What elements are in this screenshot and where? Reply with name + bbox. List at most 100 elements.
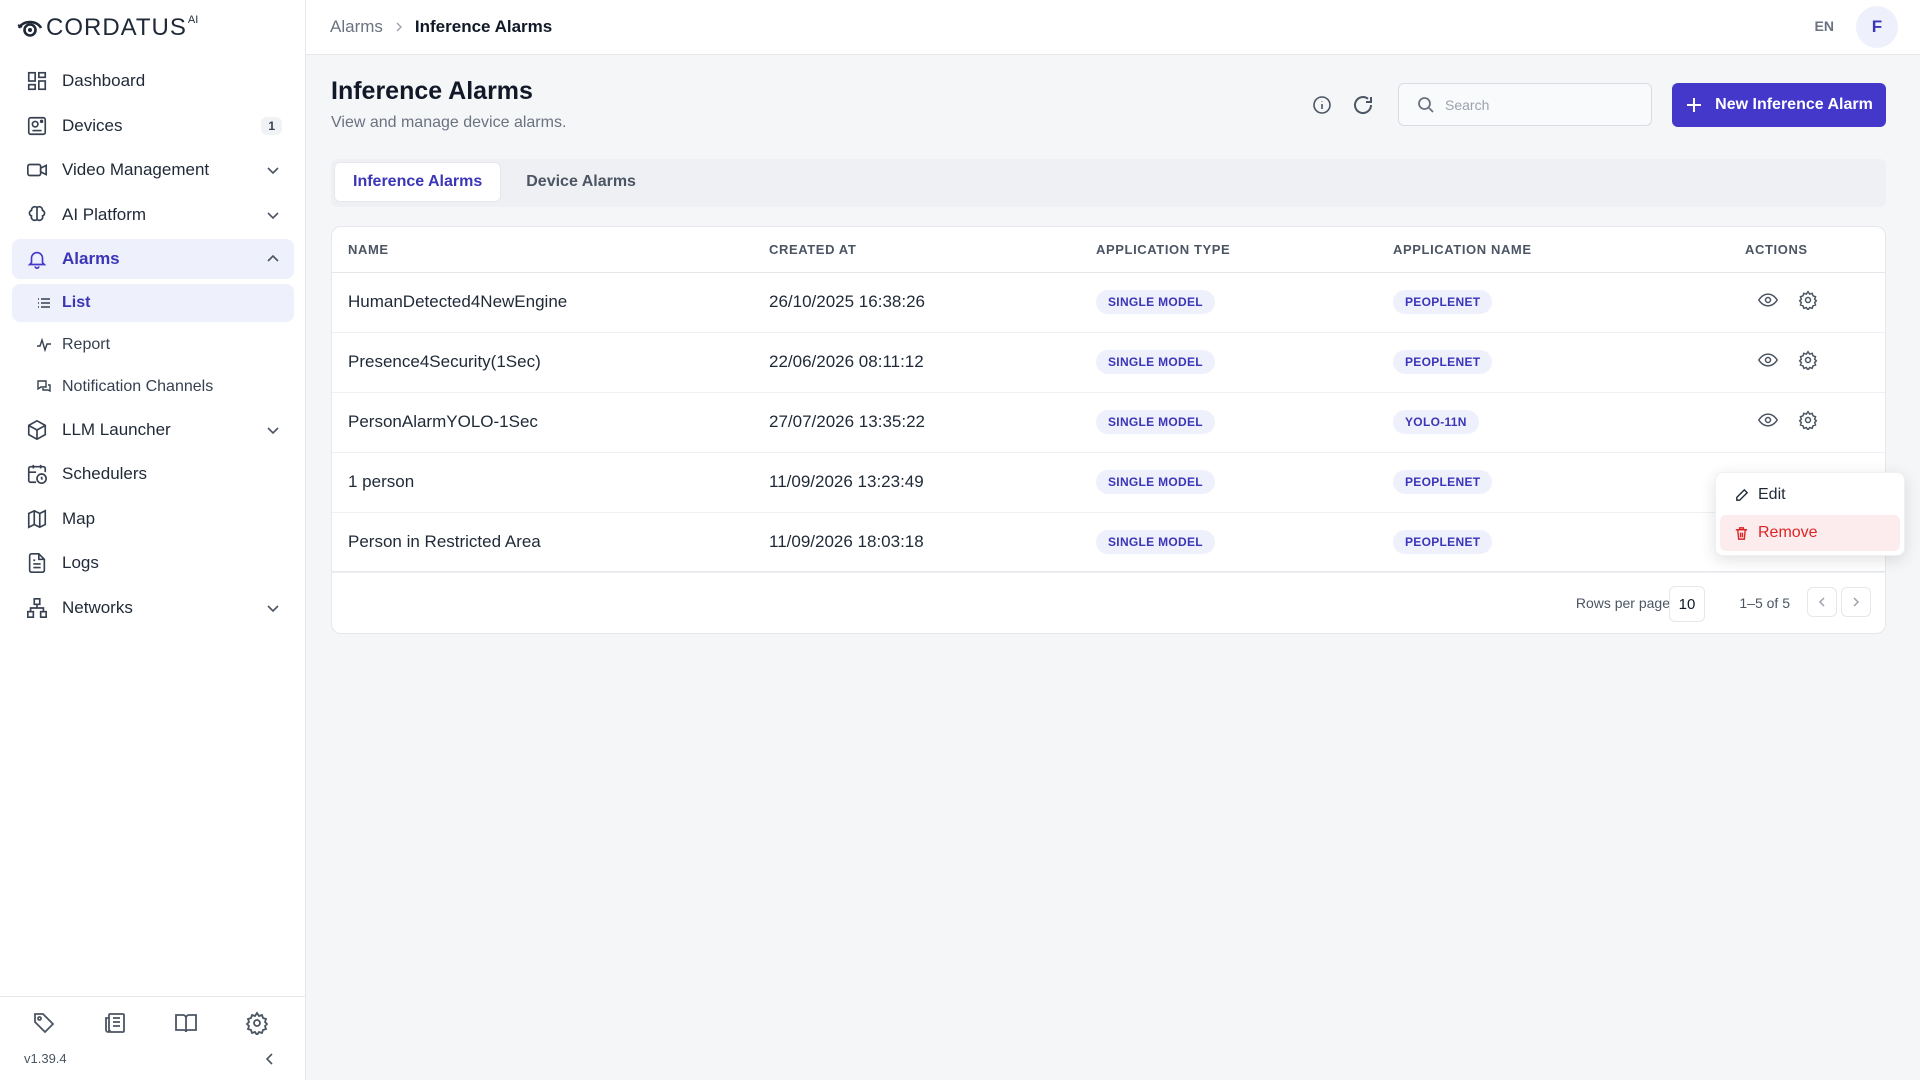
list-icon (36, 295, 52, 311)
device-icon (24, 113, 50, 139)
sidebar-subitem-label: Report (62, 335, 111, 353)
breadcrumb-alarms[interactable]: Alarms (330, 17, 383, 37)
sidebar-item-label: Map (62, 508, 96, 528)
application-type-badge: SINGLE MODEL (1096, 470, 1215, 494)
search-input[interactable] (1445, 96, 1635, 113)
sidebar-item-video-management[interactable]: Video Management (12, 150, 294, 190)
sidebar-subitem-report[interactable]: Report (12, 326, 294, 364)
package-icon (24, 417, 50, 443)
sidebar-item-llm-launcher[interactable]: LLM Launcher (12, 410, 294, 450)
sidebar-item-schedulers[interactable]: Schedulers (12, 454, 294, 494)
new-inference-alarm-label: New Inference Alarm (1715, 96, 1873, 113)
sidebar-subitem-label: Notification Channels (62, 377, 214, 395)
column-header-application-name[interactable]: APPLICATION NAME (1393, 227, 1745, 273)
column-header-actions: ACTIONS (1745, 227, 1885, 273)
application-name-badge: PEOPLENET (1393, 350, 1493, 374)
next-page-button[interactable] (1841, 587, 1871, 617)
chevron-right-icon (1853, 597, 1860, 607)
tab-device-alarms[interactable]: Device Alarms (508, 162, 654, 202)
edit-label: Edit (1758, 486, 1786, 503)
user-avatar[interactable]: F (1856, 6, 1898, 48)
search-field[interactable] (1398, 83, 1652, 126)
alarm-tabs: Inference Alarms Device Alarms (331, 159, 1886, 207)
settings-gear-icon[interactable] (243, 1009, 271, 1037)
rows-per-page-select[interactable]: 10 (1669, 586, 1705, 622)
sidebar-item-logs[interactable]: Logs (12, 543, 294, 583)
activity-icon (36, 337, 52, 353)
cell-name: Person in Restricted Area (332, 512, 769, 573)
table-row[interactable]: Person in Restricted Area 11/09/2026 18:… (332, 512, 1885, 573)
chevron-down-icon (267, 167, 279, 175)
column-header-name[interactable]: NAME (332, 227, 769, 273)
sidebar-item-devices[interactable]: Devices 1 (12, 106, 294, 146)
column-header-application-type[interactable]: APPLICATION TYPE (1096, 227, 1393, 273)
trash-icon (1735, 526, 1748, 540)
cell-name: Presence4Security(1Sec) (332, 332, 769, 393)
book-icon[interactable] (172, 1009, 200, 1037)
refresh-icon[interactable] (1351, 93, 1375, 117)
sidebar-item-label: Schedulers (62, 464, 148, 483)
application-type-badge: SINGLE MODEL (1096, 530, 1215, 554)
view-eye-icon[interactable] (1757, 349, 1779, 371)
table-row[interactable]: Presence4Security(1Sec) 22/06/2026 08:11… (332, 332, 1885, 393)
sidebar-item-networks[interactable]: Networks (12, 588, 294, 628)
rows-per-page-label: Rows per page (1575, 595, 1670, 611)
footer-icon-bar (30, 1009, 271, 1037)
table-row[interactable]: HumanDetected4NewEngine 26/10/2025 16:38… (332, 272, 1885, 333)
cell-created-at: 11/09/2026 18:03:18 (769, 512, 1096, 573)
sidebar-nav: Dashboard Devices 1 Video Management AI … (12, 61, 294, 632)
edit-menu-item[interactable]: Edit (1720, 477, 1900, 513)
calendar-clock-icon (24, 461, 50, 487)
dashboard-icon (24, 68, 50, 94)
sidebar-subitem-list[interactable]: List (12, 283, 294, 322)
info-icon[interactable] (1311, 94, 1333, 116)
sidebar-item-alarms[interactable]: Alarms (12, 239, 294, 279)
chevron-up-icon (267, 254, 279, 262)
tab-inference-alarms[interactable]: Inference Alarms (334, 162, 502, 202)
table-row[interactable]: 1 person 11/09/2026 13:23:49 SINGLE MODE… (332, 452, 1885, 513)
sidebar-item-map[interactable]: Map (12, 499, 294, 539)
new-inference-alarm-button[interactable]: New Inference Alarm (1672, 83, 1886, 127)
alarms-table-card: NAME CREATED AT APPLICATION TYPE APPLICA… (331, 226, 1886, 634)
logo-eye-icon (17, 20, 43, 37)
column-header-created-at[interactable]: CREATED AT (769, 227, 1096, 273)
map-icon (24, 506, 50, 532)
sidebar-item-label: Alarms (62, 249, 120, 268)
breadcrumb: Alarms Inference Alarms (330, 17, 552, 37)
cell-name: HumanDetected4NewEngine (332, 272, 769, 333)
bell-icon (24, 246, 50, 272)
newspaper-icon[interactable] (101, 1009, 129, 1037)
language-switcher[interactable]: EN (1815, 18, 1834, 34)
app-version: v1.39.4 (24, 1051, 67, 1066)
sidebar-item-label: AI Platform (62, 204, 147, 224)
chevron-down-icon (267, 604, 279, 612)
previous-page-button[interactable] (1807, 587, 1837, 617)
brand-logo[interactable]: CORDATUS AI (16, 14, 198, 42)
settings-gear-icon[interactable] (1797, 289, 1819, 311)
application-name-badge: PEOPLENET (1393, 470, 1493, 494)
table-row[interactable]: PersonAlarmYOLO-1Sec 27/07/2026 13:35:22… (332, 392, 1885, 453)
view-eye-icon[interactable] (1757, 289, 1779, 311)
sidebar-subitem-notification-channels[interactable]: Notification Channels (12, 368, 294, 406)
devices-count-badge: 1 (261, 116, 282, 135)
breadcrumb-current: Inference Alarms (414, 17, 553, 36)
top-bar: Alarms Inference Alarms EN F (306, 0, 1920, 55)
view-eye-icon[interactable] (1757, 409, 1779, 431)
brand-name: CORDATUS (46, 14, 187, 41)
chevron-right-icon (396, 22, 402, 32)
settings-gear-icon[interactable] (1797, 409, 1819, 431)
cell-created-at: 27/07/2026 13:35:22 (769, 392, 1096, 453)
sidebar-item-dashboard[interactable]: Dashboard (12, 61, 294, 101)
file-text-icon (24, 550, 50, 576)
chevron-left-icon (1818, 597, 1825, 607)
application-name-badge: YOLO-11N (1393, 410, 1479, 434)
plus-icon (1687, 98, 1702, 112)
settings-gear-icon[interactable] (1797, 349, 1819, 371)
sidebar-item-label: Video Management (62, 160, 210, 179)
tag-icon[interactable] (30, 1009, 58, 1037)
sidebar-item-ai-platform[interactable]: AI Platform (12, 195, 294, 235)
collapse-sidebar-icon[interactable] (262, 1051, 278, 1067)
message-icon (36, 379, 52, 395)
brain-icon (24, 202, 50, 228)
remove-menu-item[interactable]: Remove (1720, 515, 1900, 551)
